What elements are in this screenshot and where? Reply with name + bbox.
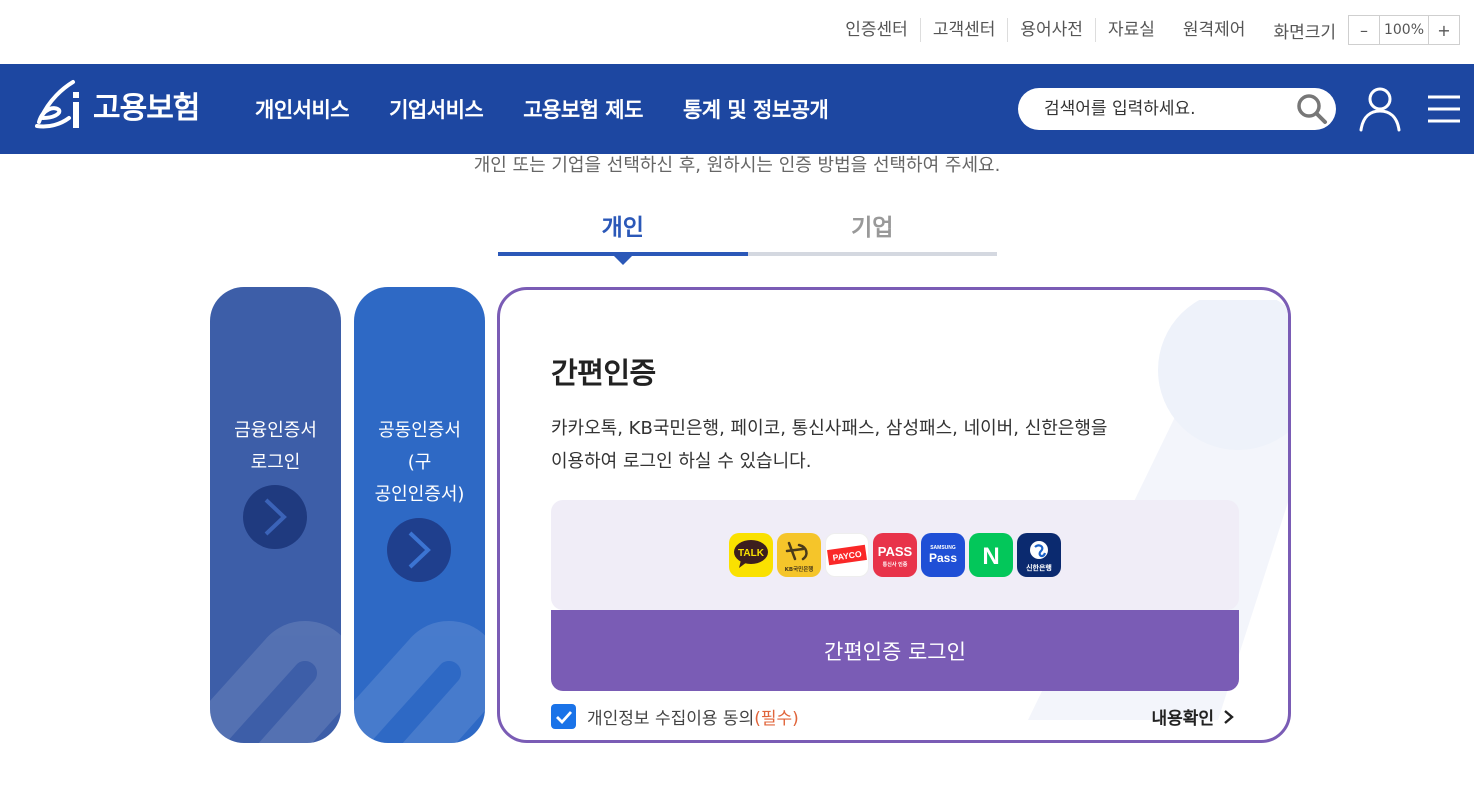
shinhan-logo[interactable]: 신한은행 [1017, 533, 1061, 577]
utility-bar: 인증센터 고객센터 용어사전 자료실 원격제어 화면크기 – 100% + [0, 0, 1474, 64]
naver-logo[interactable]: N [969, 533, 1013, 577]
zoom-out-button[interactable]: – [1349, 16, 1379, 44]
kb-logo-text: KB국민은행 [785, 565, 814, 573]
search-box [1018, 88, 1336, 130]
chevron-right-icon [1224, 709, 1234, 724]
search-input[interactable] [1044, 99, 1284, 119]
chevron-right-icon [243, 485, 307, 549]
utility-links: 인증센터 고객센터 용어사전 자료실 원격제어 화면크기 – 100% + [833, 14, 1474, 46]
pass-logo-text: PASS [878, 544, 913, 559]
samsung-pass-logo-text: Pass [929, 551, 957, 565]
simple-auth-panel: 간편인증 카카오톡, KB국민은행, 페이코, 통신사패스, 삼성패스, 네이버… [497, 287, 1291, 743]
zoom-in-button[interactable]: + [1429, 16, 1459, 44]
zoom-label: 화면크기 [1273, 22, 1336, 43]
menu-insurance-system[interactable]: 고용보험 제도 [523, 94, 643, 124]
util-link-glossary[interactable]: 용어사전 [1007, 18, 1095, 42]
auth-instruction: 개인 또는 기업을 선택하신 후, 원하시는 인증 방법을 선택하여 주세요. [473, 155, 1001, 176]
financial-cert-login-card[interactable]: 금융인증서 로그인 [210, 287, 341, 743]
chevron-right-icon [387, 518, 451, 582]
card-label-line: 공동인증서 [378, 420, 461, 441]
ei-logo-icon [35, 80, 79, 129]
card-label: 금융인증서 로그인 [210, 415, 341, 479]
payco-logo[interactable]: PAYCO [825, 533, 869, 577]
kakaotalk-logo-text: TALK [738, 548, 765, 559]
logo-text: 고용보험 [93, 91, 200, 126]
card-decoration [354, 621, 485, 743]
util-link-auth-center[interactable]: 인증센터 [833, 18, 920, 42]
hamburger-menu-icon[interactable] [1427, 94, 1461, 124]
search-icon[interactable] [1296, 93, 1328, 125]
util-link-archive[interactable]: 자료실 [1094, 18, 1167, 42]
active-tab-pointer [614, 256, 632, 265]
site-logo[interactable]: 고용보험 [33, 78, 200, 132]
privacy-agree-checkbox[interactable] [551, 704, 576, 729]
panel-description: 카카오톡, KB국민은행, 페이코, 통신사패스, 삼성패스, 네이버, 신한은… [551, 412, 1231, 478]
card-label-line: (구 [407, 452, 432, 473]
card-label-line: 로그인 [250, 452, 301, 473]
zoom-control: – 100% + [1348, 15, 1460, 45]
card-label: 공동인증서 (구 공인인증서) [354, 415, 485, 511]
main-menu: 개인서비스 기업서비스 고용보험 제도 통계 및 정보공개 [255, 64, 868, 154]
menu-statistics[interactable]: 통계 및 정보공개 [683, 94, 829, 124]
view-details-label: 내용확인 [1151, 709, 1214, 729]
card-decoration [210, 621, 341, 743]
user-type-tabs: 개인 기업 [498, 204, 997, 256]
joint-cert-login-card[interactable]: 공동인증서 (구 공인인증서) [354, 287, 485, 743]
main-nav: 고용보험 개인서비스 기업서비스 고용보험 제도 통계 및 정보공개 [0, 64, 1474, 154]
required-indicator: (필수) [754, 709, 799, 729]
simple-auth-login-button[interactable]: 간편인증 로그인 [551, 610, 1239, 691]
view-details-link[interactable]: 내용확인 [1151, 704, 1236, 729]
card-label-line: 공인인증서) [374, 484, 465, 505]
user-icon[interactable] [1358, 86, 1402, 132]
pass-logo[interactable]: PASS 통신사 인증 [873, 533, 917, 577]
panel-description-line: 이용하여 로그인 하실 수 있습니다. [551, 451, 812, 472]
shinhan-logo-text: 신한은행 [1026, 563, 1052, 572]
menu-business-services[interactable]: 기업서비스 [389, 94, 484, 124]
privacy-agree-label: 개인정보 수집이용 동의 [587, 709, 755, 729]
panel-description-line: 카카오톡, KB국민은행, 페이코, 통신사패스, 삼성패스, 네이버, 신한은… [551, 418, 1108, 439]
provider-logos: TALK KB국민은행 PAYCO PASS 통신사 인증 SAMSUNG Pa… [551, 500, 1239, 610]
menu-personal-services[interactable]: 개인서비스 [255, 94, 350, 124]
naver-logo-text: N [982, 543, 999, 570]
card-label-line: 금융인증서 [234, 420, 317, 441]
privacy-agreement: 개인정보 수집이용 동의 (필수) [551, 704, 799, 729]
panel-title: 간편인증 [551, 356, 656, 390]
tab-personal[interactable]: 개인 [498, 204, 748, 256]
pass-logo-subtext: 통신사 인증 [883, 561, 908, 568]
util-link-remote-control[interactable]: 원격제어 [1167, 18, 1258, 42]
util-link-customer-center[interactable]: 고객센터 [919, 18, 1008, 42]
tab-business[interactable]: 기업 [747, 204, 997, 256]
zoom-value: 100% [1379, 16, 1429, 44]
kakaotalk-logo[interactable]: TALK [729, 533, 773, 577]
samsung-pass-logo[interactable]: SAMSUNG Pass [921, 533, 965, 577]
checkmark-icon [555, 710, 572, 724]
kb-logo[interactable]: KB국민은행 [777, 533, 821, 577]
